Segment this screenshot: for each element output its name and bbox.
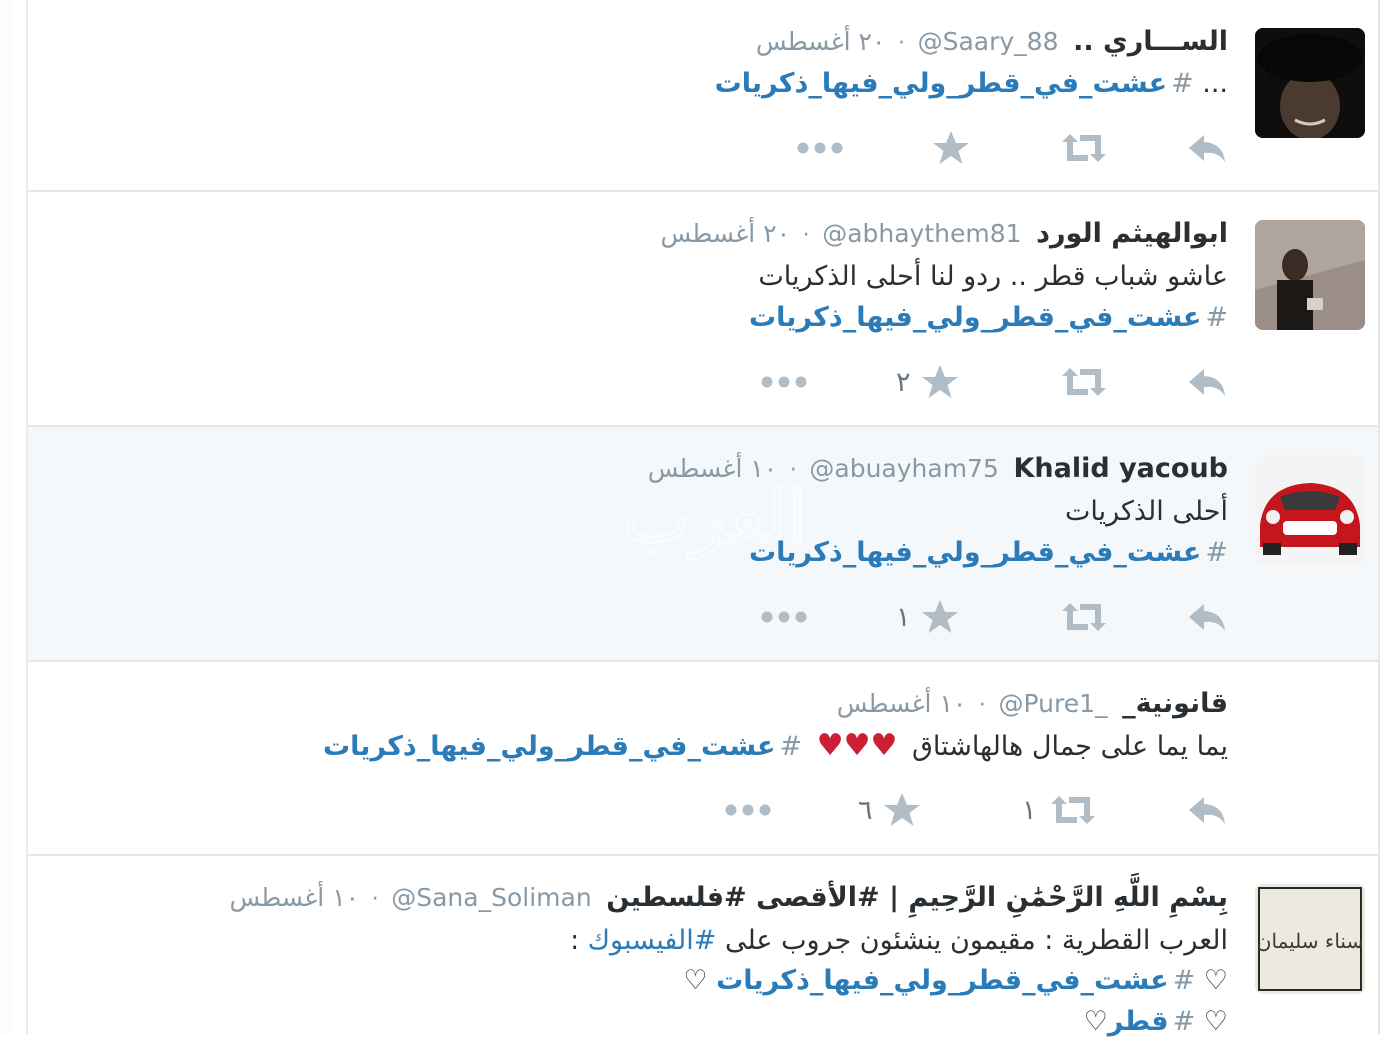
- hash-symbol: #: [1205, 302, 1228, 333]
- separator-dot: ·: [978, 693, 986, 718]
- tweet-body: يما يما على جمال هالهاشتاق: [911, 731, 1228, 762]
- hashtag-link[interactable]: عشت_في_قطر_ولي_فيها_ذكريات: [323, 731, 775, 762]
- tweet-header: Khalid yacoub @abuayham75 · ١٠ أغسطس: [648, 451, 1228, 489]
- heart-outline-icon: ♡: [1203, 965, 1228, 996]
- hashtag-link[interactable]: قطر: [1108, 1006, 1169, 1037]
- avatar-saary[interactable]: [1255, 28, 1365, 138]
- favorite-count: ١: [896, 601, 911, 633]
- retweet-action[interactable]: ١: [1022, 792, 1099, 828]
- tweet-1[interactable]: الســـاري .. @Saary_88 · ٢٠ أغسطس ... #ع…: [28, 0, 1378, 192]
- more-icon[interactable]: [760, 364, 808, 400]
- avatar-khalid[interactable]: [1255, 455, 1365, 565]
- avatar-abhaythem[interactable]: [1255, 220, 1365, 330]
- tweet-header: بِسْمِ اللَّهِ الرَّحْمَٰنِ الرَّحِيمِ |…: [230, 880, 1228, 918]
- reply-icon[interactable]: [1186, 792, 1228, 828]
- screenname[interactable]: @Pure1_: [998, 689, 1107, 718]
- screenname[interactable]: @abuayham75: [809, 454, 998, 483]
- favorite-count: ٦: [858, 794, 873, 826]
- screenname[interactable]: @Saary_88: [918, 27, 1059, 56]
- screenname[interactable]: @Sana_Soliman: [391, 883, 591, 912]
- tweet-actions: ٢: [28, 364, 1378, 400]
- tweet-3[interactable]: Khalid yacoub @abuayham75 · ١٠ أغسطس أحل…: [28, 427, 1378, 662]
- tweet-body: العرب القطرية : مقيمون ينشئون جروب على: [724, 925, 1228, 956]
- reply-icon[interactable]: [1186, 364, 1228, 400]
- fullname[interactable]: قانونية_: [1122, 688, 1228, 719]
- hearts-emoji: ♥♥♥: [816, 728, 898, 763]
- screenname[interactable]: @abhaythem81: [822, 219, 1021, 248]
- tweet-stream: الســـاري .. @Saary_88 · ٢٠ أغسطس ... #ع…: [28, 0, 1378, 1037]
- hash-symbol: #: [1171, 68, 1194, 99]
- separator-dot: ·: [371, 887, 379, 912]
- timestamp[interactable]: ١٠ أغسطس: [230, 883, 360, 912]
- heart-outline-icon: ♡: [683, 965, 708, 996]
- hash-symbol: #: [1205, 537, 1228, 568]
- more-icon[interactable]: [760, 599, 808, 635]
- fullname[interactable]: Khalid yacoub: [1013, 453, 1228, 484]
- favorite-count: ٢: [896, 366, 911, 398]
- fullname[interactable]: الســـاري ..: [1073, 26, 1228, 57]
- favorite-icon: [921, 365, 958, 398]
- hashtag-link[interactable]: عشت_في_قطر_ولي_فيها_ذكريات: [715, 68, 1167, 99]
- favorite-icon: [921, 600, 958, 633]
- tweet-header: الســـاري .. @Saary_88 · ٢٠ أغسطس: [756, 24, 1228, 62]
- reply-icon[interactable]: [1186, 599, 1228, 635]
- tweet-text: أحلى الذكريات: [1064, 496, 1228, 527]
- tweet-2[interactable]: ابوالهيثم الورد @abhaythem81 · ٢٠ أغسطس …: [28, 192, 1378, 427]
- more-icon[interactable]: [796, 130, 844, 166]
- tweet-hashtag-line: ♡ #عشت_في_قطر_ولي_فيها_ذكريات ♡: [683, 961, 1228, 1001]
- hashtag-link[interactable]: عشت_في_قطر_ولي_فيها_ذكريات: [716, 965, 1168, 996]
- retweet-icon[interactable]: [1058, 599, 1110, 635]
- tweet-text: العرب القطرية : مقيمون ينشئون جروب على #…: [570, 921, 1228, 961]
- retweet-count: ١: [1022, 794, 1037, 826]
- colon: :: [570, 925, 580, 956]
- separator-dot: ·: [898, 31, 905, 56]
- favorite-icon[interactable]: [932, 130, 970, 166]
- tweet-text: ... #عشت_في_قطر_ولي_فيها_ذكريات: [715, 64, 1228, 104]
- timestamp[interactable]: ١٠ أغسطس: [648, 454, 778, 483]
- favorite-icon: [883, 793, 920, 826]
- timestamp[interactable]: ١٠ أغسطس: [837, 689, 967, 718]
- favorite-action[interactable]: ٦: [858, 792, 921, 828]
- heart-outline-icon: ♡: [1203, 1006, 1228, 1037]
- heart-outline-icon: ♡: [1083, 1006, 1108, 1037]
- timestamp[interactable]: ٢٠ أغسطس: [660, 219, 790, 248]
- tweet-hashtag-line: #عشت_في_قطر_ولي_فيها_ذكريات: [749, 298, 1228, 338]
- retweet-icon[interactable]: [1058, 130, 1110, 166]
- tweet-actions: ١ ٦: [28, 792, 1378, 828]
- fullname[interactable]: بِسْمِ اللَّهِ الرَّحْمَٰنِ الرَّحِيمِ |…: [606, 882, 1228, 913]
- favorite-action[interactable]: ٢: [896, 364, 959, 400]
- tweet-actions: ١: [28, 599, 1378, 635]
- facebook-hashtag-link[interactable]: #الفيسبوك: [588, 925, 717, 956]
- tweet-hashtag-line: ♡ #قطر♡: [1084, 1002, 1228, 1042]
- avatar-calligraphy: سناء سليمان: [1257, 929, 1363, 953]
- tweet-actions: [28, 130, 1378, 166]
- hash-symbol: #: [1172, 1006, 1196, 1037]
- tweet-text: يما يما على جمال هالهاشتاق ♥♥♥ #عشت_في_ق…: [323, 726, 1228, 767]
- fullname[interactable]: ابوالهيثم الورد: [1036, 218, 1228, 249]
- tweet-header: قانونية_ @Pure1_ · ١٠ أغسطس: [837, 686, 1228, 724]
- hashtag-link[interactable]: عشت_في_قطر_ولي_فيها_ذكريات: [749, 302, 1201, 333]
- retweet-icon[interactable]: [1058, 364, 1110, 400]
- left-rail: [0, 0, 12, 1034]
- favorite-action[interactable]: ١: [896, 599, 959, 635]
- separator-dot: ·: [789, 458, 797, 483]
- timestamp[interactable]: ٢٠ أغسطس: [756, 27, 886, 56]
- tweet-4[interactable]: قانونية_ @Pure1_ · ١٠ أغسطس يما يما على …: [28, 662, 1378, 856]
- hashtag-link[interactable]: عشت_في_قطر_ولي_فيها_ذكريات: [749, 537, 1201, 568]
- ellipsis-text: ...: [1202, 68, 1228, 99]
- tweet-text: عاشو شباب قطر .. ردو لنا أحلى الذكريات: [758, 261, 1228, 292]
- hash-symbol: #: [779, 731, 803, 762]
- tweet-hashtag-line: #عشت_في_قطر_ولي_فيها_ذكريات: [749, 533, 1228, 573]
- tweet-5[interactable]: سناء سليمان بِسْمِ اللَّهِ الرَّحْمَٰنِ …: [28, 856, 1378, 1046]
- retweet-icon: [1050, 796, 1095, 824]
- hash-symbol: #: [1172, 965, 1196, 996]
- reply-icon[interactable]: [1186, 130, 1228, 166]
- separator-dot: ·: [802, 223, 810, 248]
- avatar-sana[interactable]: سناء سليمان: [1255, 884, 1365, 994]
- more-icon[interactable]: [724, 792, 772, 828]
- tweet-header: ابوالهيثم الورد @abhaythem81 · ٢٠ أغسطس: [660, 216, 1228, 254]
